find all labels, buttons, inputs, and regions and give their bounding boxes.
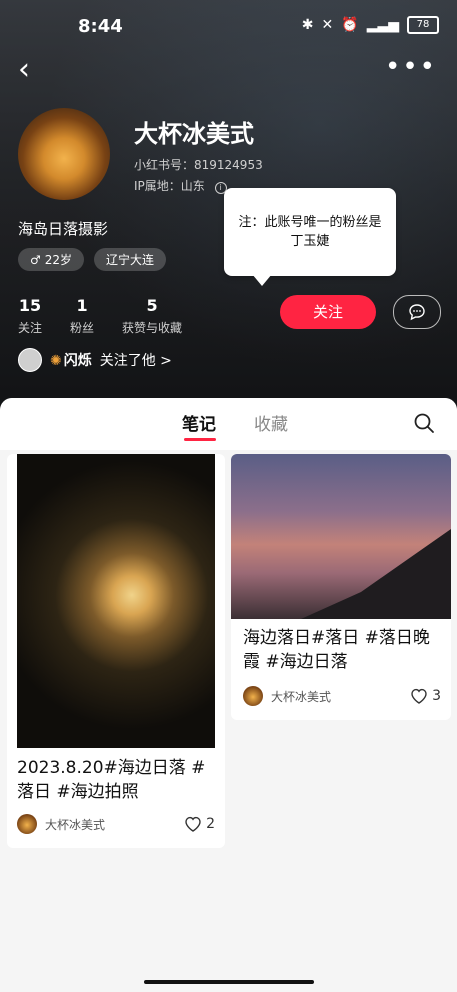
stat-likes-label: 获赞与收藏: [122, 321, 183, 335]
profile-nickname: 大杯冰美式: [134, 120, 254, 148]
like-count: 2: [206, 816, 215, 832]
annotation-bubble: 注：此账号唯一的粉丝是丁玉婕: [224, 188, 396, 276]
bluetooth-icon: ✱: [301, 17, 314, 33]
stat-followers[interactable]: 1 粉丝: [70, 296, 94, 336]
followed-by-suffix: 关注了他 >: [99, 353, 172, 369]
like-count: 3: [432, 688, 441, 704]
message-button[interactable]: [393, 295, 441, 329]
follower-avatar: [18, 348, 42, 372]
stat-followers-num: 1: [76, 296, 88, 315]
annotation-bubble-tail: [252, 274, 272, 286]
top-nav: ‹ •••: [0, 52, 457, 87]
tag-age-label: 22岁: [44, 253, 73, 267]
note-card-1-likes[interactable]: 2: [184, 816, 215, 832]
tab-bar: 笔记 收藏: [0, 398, 457, 450]
followed-by-row[interactable]: 闪烁 关注了他 >: [18, 348, 172, 372]
stat-followers-label: 粉丝: [70, 321, 95, 335]
signal-icon: ▂▃▅: [366, 17, 399, 33]
home-indicator[interactable]: [144, 980, 314, 984]
content-panel: 笔记 收藏 2023.8.20#海边日落 #落日 #海边拍照 大杯冰美式 2 海…: [0, 398, 457, 992]
more-button[interactable]: •••: [385, 52, 437, 82]
profile-stats: 15 关注 1 粉丝 5 获赞与收藏: [18, 296, 182, 336]
battery-icon: 78: [407, 16, 439, 34]
profile-tags: ♂ 22岁 辽宁大连: [18, 248, 167, 271]
tab-active-indicator: [184, 438, 216, 441]
heart-icon: [411, 688, 427, 704]
ip-text: IP属地：山东: [134, 179, 205, 193]
profile-redbook-id[interactable]: 小红书号：819124953: [134, 156, 263, 173]
tab-notes[interactable]: 笔记: [182, 410, 216, 435]
status-time: 8:44: [78, 16, 123, 37]
author-avatar: [243, 686, 263, 706]
alarm-icon: ⏰: [341, 17, 359, 33]
chat-bubble-icon: [409, 304, 425, 321]
heart-icon: [185, 816, 201, 832]
note-card-2-image[interactable]: [231, 454, 451, 619]
tag-location-label: 辽宁大连: [106, 253, 155, 267]
note-card-2-author[interactable]: 大杯冰美式: [243, 686, 331, 706]
stat-following-label: 关注: [18, 321, 43, 335]
status-bar: 8:44 ✱ ✕ ⏰ ▂▃▅ 78: [0, 12, 457, 40]
note-card-1-title: 2023.8.20#海边日落 #落日 #海边拍照: [17, 758, 206, 802]
stat-likes[interactable]: 5 获赞与收藏: [122, 296, 182, 336]
author-name: 大杯冰美式: [271, 689, 332, 704]
annotation-text: 注：此账号唯一的粉丝是丁玉婕: [238, 215, 382, 249]
follow-button[interactable]: 关注: [280, 295, 376, 329]
status-icons: ✱ ✕ ⏰ ▂▃▅ 78: [302, 16, 439, 34]
back-button[interactable]: ‹: [18, 52, 30, 87]
mute-icon: ✕: [321, 17, 334, 33]
follower-name: 闪烁: [50, 350, 92, 370]
note-card-1[interactable]: 2023.8.20#海边日落 #落日 #海边拍照 大杯冰美式 2: [7, 454, 225, 848]
author-avatar: [17, 814, 37, 834]
male-symbol-icon: ♂: [30, 252, 41, 267]
profile-bio: 海岛日落摄影: [18, 220, 109, 238]
profile-avatar[interactable]: [18, 108, 110, 200]
tag-location: 辽宁大连: [94, 248, 167, 271]
stat-likes-num: 5: [146, 296, 158, 315]
stat-following-num: 15: [18, 296, 42, 315]
note-card-2-likes[interactable]: 3: [410, 688, 441, 704]
author-name: 大杯冰美式: [45, 817, 106, 832]
stat-following[interactable]: 15 关注: [18, 296, 42, 336]
tab-favorites[interactable]: 收藏: [254, 410, 288, 435]
tag-age: ♂ 22岁: [18, 248, 85, 271]
profile-ip: IP属地：山东 i: [134, 177, 227, 194]
note-card-1-author[interactable]: 大杯冰美式: [17, 814, 105, 834]
note-card-1-image[interactable]: [17, 454, 215, 748]
image-shape: [301, 529, 451, 619]
search-icon[interactable]: [413, 412, 435, 434]
note-card-2[interactable]: 海边落日#落日 #落日晚霞 #海边日落 大杯冰美式 3: [231, 454, 451, 720]
note-card-2-title: 海边落日#落日 #落日晚霞 #海边日落: [243, 628, 430, 672]
